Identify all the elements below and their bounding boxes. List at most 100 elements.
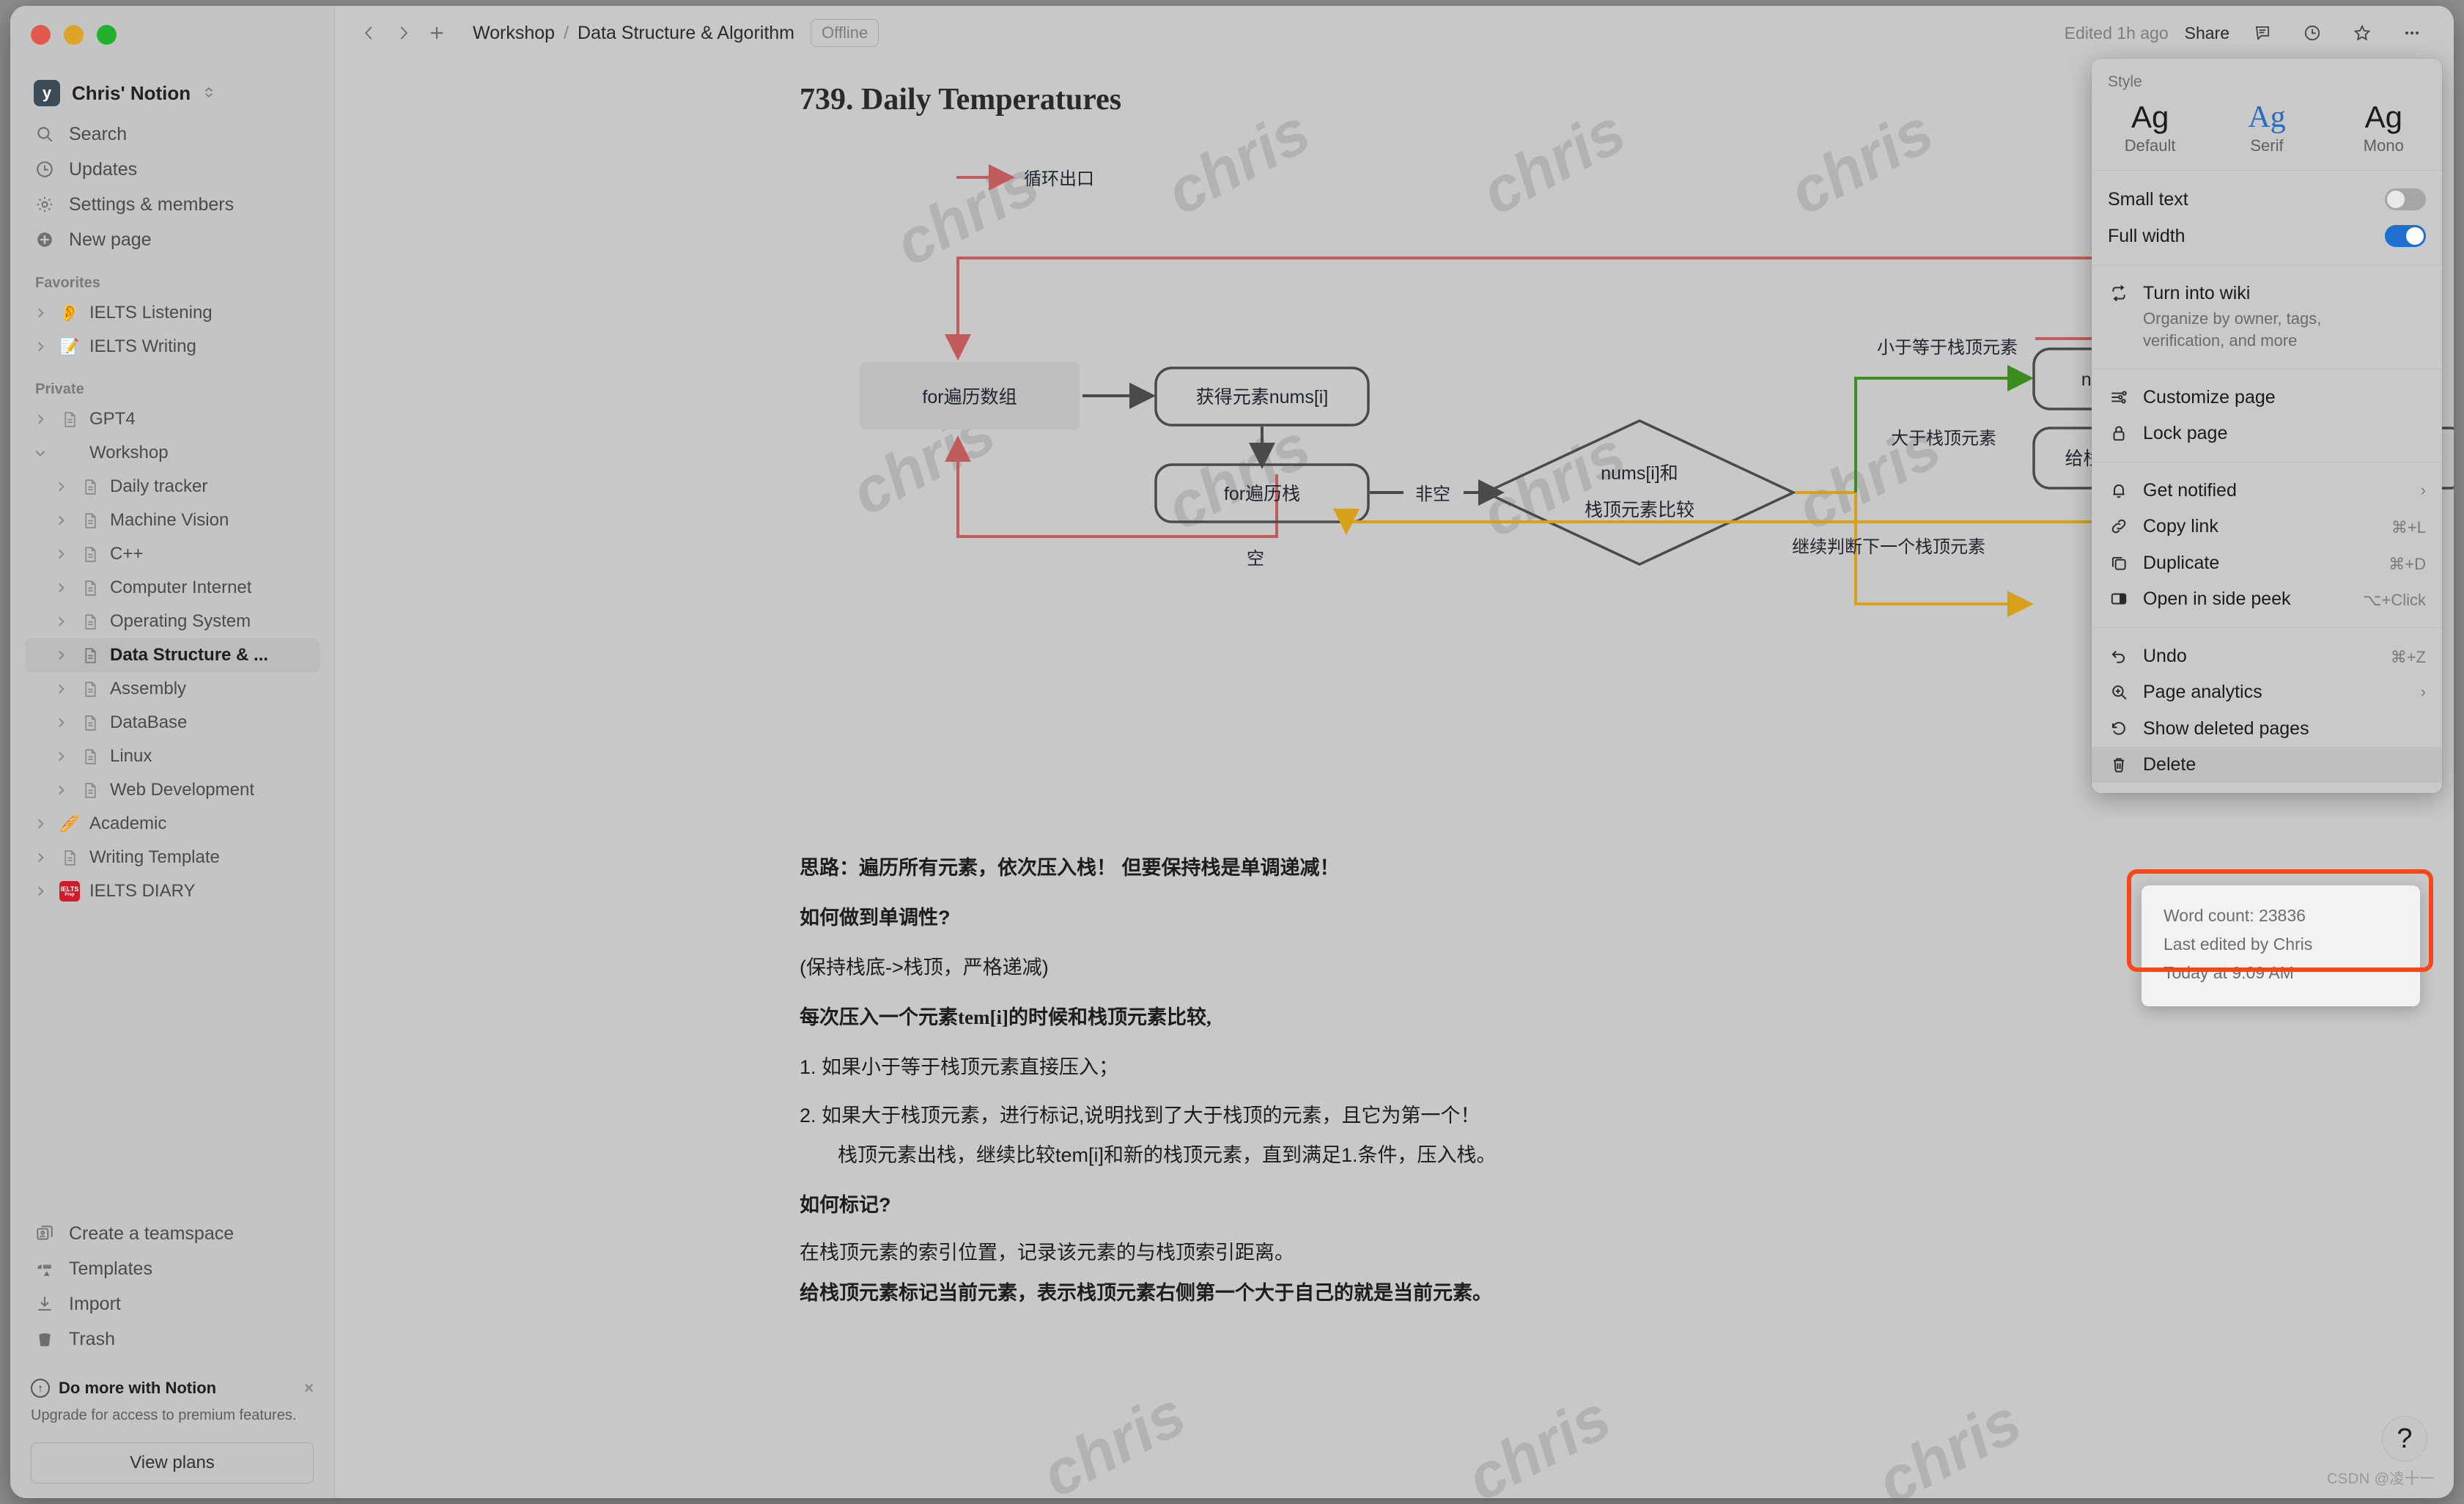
menu-item-page-analytics[interactable]: Page analytics › — [2092, 674, 2442, 710]
word-count-popup: Word count: 23836 Last edited by Chris T… — [2142, 885, 2420, 1007]
chevron-right-icon[interactable] — [51, 514, 70, 527]
nav-back-button[interactable] — [353, 16, 386, 50]
last-edited-by-text: Last edited by Chris — [2164, 935, 2313, 954]
menu-item-duplicate[interactable]: Duplicate ⌘+D — [2092, 545, 2442, 581]
sidebar-item-new-page[interactable]: New page — [25, 222, 320, 257]
sidebar-item-ielts-diary[interactable]: IELTS Prep IELTS DIARY — [25, 874, 320, 908]
last-edited-time-text: Today at 9:09 AM — [2164, 963, 2294, 983]
small-text-toggle[interactable] — [2385, 188, 2426, 211]
chevron-right-icon[interactable] — [51, 784, 70, 797]
sidebar-item-import[interactable]: Import — [25, 1286, 320, 1321]
chevron-right-icon[interactable] — [31, 340, 50, 353]
menu-item-label: Copy link — [2143, 516, 2218, 537]
small-text-toggle-row[interactable]: Small text — [2092, 181, 2442, 218]
doc-paragraph: (保持栈底->栈顶，严格递减) — [800, 956, 1049, 978]
link-icon — [2108, 515, 2130, 536]
sidebar-item-ielts-listening[interactable]: 👂 IELTS Listening — [25, 296, 320, 330]
promo-subtitle: Upgrade for access to premium features. — [31, 1407, 297, 1423]
sidebar-item-settings[interactable]: Settings & members — [25, 187, 320, 222]
sidebar-item-ielts-writing[interactable]: 📝 IELTS Writing — [25, 330, 320, 364]
menu-item-turn-into-wiki[interactable]: Turn into wiki Organize by owner, tags, … — [2092, 276, 2442, 358]
breadcrumb-parent[interactable]: Workshop — [473, 23, 555, 44]
nav-forward-button[interactable] — [386, 16, 420, 50]
style-option-serif[interactable]: Ag Serif — [2208, 98, 2325, 160]
page-icon — [59, 849, 81, 867]
chevron-down-icon[interactable] — [31, 446, 50, 460]
sidebar-item-cpp[interactable]: C++ — [25, 537, 320, 571]
sidebar-item-daily-tracker[interactable]: Daily tracker — [25, 470, 320, 504]
help-button[interactable]: ? — [2382, 1416, 2427, 1461]
clock-icon — [34, 158, 56, 180]
sidebar: y Chris' Notion Search Updates Settings … — [10, 6, 335, 1498]
sidebar-item-workshop[interactable]: Workshop — [25, 436, 320, 470]
minimize-window-button[interactable] — [64, 25, 84, 45]
sidebar-item-academic[interactable]: 🥖 Academic — [25, 807, 320, 841]
sidebar-item-writing-template[interactable]: Writing Template — [25, 841, 320, 874]
menu-item-copy-link[interactable]: Copy link ⌘+L — [2092, 509, 2442, 545]
page-icon — [79, 680, 101, 698]
style-option-mono[interactable]: Ag Mono — [2325, 98, 2442, 160]
chevron-right-icon[interactable] — [51, 548, 70, 561]
full-width-toggle[interactable] — [2385, 225, 2426, 248]
comment-icon[interactable] — [2246, 16, 2279, 50]
style-option-default[interactable]: Ag Default — [2092, 98, 2208, 160]
full-width-toggle-row[interactable]: Full width — [2092, 218, 2442, 254]
more-icon[interactable] — [2395, 16, 2429, 50]
zoom-window-button[interactable] — [97, 25, 117, 45]
share-button[interactable]: Share — [2185, 23, 2229, 43]
sidebar-item-database[interactable]: DataBase — [25, 706, 320, 740]
menu-item-shortcut: ⌘+L — [2391, 518, 2426, 537]
chevron-right-icon[interactable] — [51, 716, 70, 729]
sidebar-item-linux[interactable]: Linux — [25, 740, 320, 773]
menu-item-label: Lock page — [2143, 422, 2228, 443]
chevron-right-icon[interactable] — [31, 885, 50, 898]
close-icon[interactable]: × — [304, 1379, 314, 1398]
sidebar-item-search[interactable]: Search — [25, 117, 320, 152]
doc-list-item-cont: 栈顶元素出栈，继续比较tem[i]和新的栈顶元素，直到满足1.条件，压入栈。 — [838, 1144, 1497, 1166]
diagram-legend: 循环出口 — [956, 164, 1094, 191]
sidebar-item-gpt4[interactable]: GPT4 — [25, 402, 320, 436]
chevron-updown-icon — [202, 84, 215, 103]
chevron-right-icon[interactable] — [51, 682, 70, 696]
history-icon[interactable] — [2295, 16, 2329, 50]
doc-paragraph: 在栈顶元素的索引位置，记录该元素的与栈顶索引距离。 — [800, 1242, 1294, 1264]
menu-item-customize-page[interactable]: Customize page — [2092, 380, 2442, 416]
sidebar-item-templates[interactable]: Templates — [25, 1251, 320, 1286]
menu-item-show-deleted-pages[interactable]: Show deleted pages — [2092, 711, 2442, 747]
chevron-right-icon[interactable] — [51, 649, 70, 662]
breadcrumb-current[interactable]: Data Structure & Algorithm — [578, 23, 794, 44]
menu-item-undo[interactable]: Undo ⌘+Z — [2092, 638, 2442, 674]
sidebar-item-label: DataBase — [110, 712, 188, 732]
workspace-switcher[interactable]: y Chris' Notion — [26, 74, 320, 112]
chevron-right-icon[interactable] — [51, 750, 70, 763]
doc-paragraph: 如何标记? — [800, 1194, 891, 1216]
star-icon[interactable] — [2345, 16, 2379, 50]
menu-item-get-notified[interactable]: Get notified › — [2092, 473, 2442, 509]
menu-item-open-side-peek[interactable]: Open in side peek ⌥+Click — [2092, 581, 2442, 617]
close-window-button[interactable] — [31, 25, 51, 45]
sidebar-item-trash[interactable]: Trash — [25, 1321, 320, 1357]
view-plans-button[interactable]: View plans — [31, 1442, 314, 1483]
sidebar-item-operating-system[interactable]: Operating System — [25, 605, 320, 638]
menu-item-lock-page[interactable]: Lock page — [2092, 416, 2442, 451]
offline-badge[interactable]: Offline — [811, 19, 879, 47]
menu-item-delete[interactable]: Delete — [2092, 746, 2442, 784]
duplicate-icon — [2108, 552, 2130, 572]
chevron-right-icon[interactable] — [51, 615, 70, 628]
sidebar-item-data-structure-algorithm[interactable]: Data Structure & ... — [25, 638, 320, 672]
chevron-right-icon[interactable] — [51, 480, 70, 493]
sidebar-item-updates[interactable]: Updates — [25, 152, 320, 187]
chevron-right-icon[interactable] — [31, 817, 50, 830]
sidebar-item-machine-vision[interactable]: Machine Vision — [25, 504, 320, 537]
sidebar-item-assembly[interactable]: Assembly — [25, 672, 320, 706]
chevron-right-icon[interactable] — [31, 851, 50, 864]
page-icon — [79, 748, 101, 766]
sidebar-item-create-teamspace[interactable]: Create a teamspace — [25, 1216, 320, 1251]
chevron-right-icon[interactable] — [31, 306, 50, 320]
sidebar-item-computer-internet[interactable]: Computer Internet — [25, 571, 320, 605]
sidebar-item-web-development[interactable]: Web Development — [25, 773, 320, 807]
chevron-right-icon[interactable] — [51, 581, 70, 594]
chevron-right-icon[interactable] — [31, 413, 50, 426]
sidebar-item-label: IELTS Listening — [89, 303, 213, 322]
new-tab-button[interactable] — [420, 16, 454, 50]
